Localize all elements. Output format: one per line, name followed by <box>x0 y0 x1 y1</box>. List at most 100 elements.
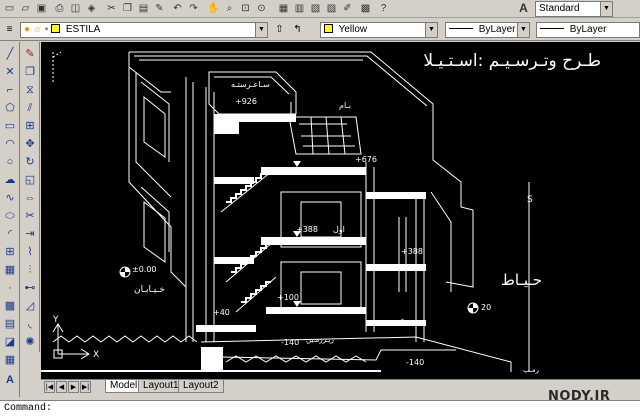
chevron-down-icon[interactable]: ▼ <box>600 2 612 16</box>
point-icon[interactable]: · <box>2 280 18 296</box>
linetype-dropdown[interactable]: ByLayer ▼ <box>445 22 530 38</box>
zoom-icon[interactable]: ⌕ <box>222 1 237 16</box>
explode-icon[interactable]: ✺ <box>22 334 38 350</box>
scale-icon[interactable]: ◱ <box>22 172 38 188</box>
properties-icon[interactable]: ▦ <box>276 1 291 16</box>
ellipse-arc-icon[interactable]: ◜ <box>2 226 18 242</box>
offset-icon[interactable]: ⫽ <box>22 100 38 116</box>
markup-icon[interactable]: ✐ <box>340 1 355 16</box>
cut-icon[interactable]: ✂ <box>104 1 119 16</box>
arc-icon[interactable]: ◠ <box>2 136 18 152</box>
slabs <box>41 114 426 372</box>
command-line[interactable]: Command: <box>0 400 640 420</box>
zoom-window-icon[interactable]: ⊡ <box>238 1 253 16</box>
rotate-icon[interactable]: ↻ <box>22 154 38 170</box>
extend-icon[interactable]: ⇥ <box>22 226 38 242</box>
last-tab-icon[interactable]: ▶| <box>80 381 91 393</box>
next-tab-icon[interactable]: ▶ <box>68 381 79 393</box>
hatch-icon[interactable]: ▩ <box>2 298 18 314</box>
label-bam: بـام <box>339 101 351 110</box>
command-prompt: Command: <box>4 403 53 414</box>
undo-icon[interactable]: ↶ <box>170 1 185 16</box>
tab-model[interactable]: Model <box>105 380 143 393</box>
rectangle-icon[interactable]: ▭ <box>2 118 18 134</box>
modify-toolbar: ✎ ❐ ⧖ ⫽ ⊞ ✥ ↻ ◱ ⇔ ✂ ⇥ ⌇ ⫶ ⊷ ◿ ◟ ✺ <box>20 42 40 352</box>
break-point-icon[interactable]: ⌇ <box>22 244 38 260</box>
drawing-canvas[interactable]: طـرح وتـرسـيـم :اسـتـيـلا حـيـاط بـام خـ… <box>41 42 640 379</box>
new-icon[interactable]: ▭ <box>2 1 17 16</box>
mirror-icon[interactable]: ⧖ <box>22 82 38 98</box>
lineweight-dropdown[interactable]: ByLayer <box>536 22 640 38</box>
zoom-prev-icon[interactable]: ⊙ <box>254 1 269 16</box>
text-style-icon[interactable]: A <box>516 1 531 16</box>
linetype-value: ByLayer <box>478 24 516 35</box>
sheet-set-icon[interactable]: ▨ <box>324 1 339 16</box>
pan-icon[interactable]: ✋ <box>206 1 221 16</box>
break-icon[interactable]: ⫶ <box>22 262 38 278</box>
text-style-dropdown[interactable]: Standard ▼ <box>535 1 613 17</box>
label-zirzamin: زيـرزمـين <box>306 336 334 344</box>
calc-icon[interactable]: ▩ <box>358 1 373 16</box>
copy-object-icon[interactable]: ❐ <box>22 64 38 80</box>
ellipse-icon[interactable]: ⬭ <box>2 208 18 224</box>
match-icon[interactable]: ✎ <box>152 1 167 16</box>
publish-icon[interactable]: ◈ <box>84 1 99 16</box>
label-mahrazosh: سـاعـرستـه <box>231 80 270 89</box>
paste-icon[interactable]: ▤ <box>136 1 151 16</box>
stretch-icon[interactable]: ⇔ <box>22 190 38 206</box>
save-icon[interactable]: ▣ <box>34 1 49 16</box>
spline-icon[interactable]: ∿ <box>2 190 18 206</box>
design-center-icon[interactable]: ▥ <box>292 1 307 16</box>
polygon-icon[interactable]: ⬠ <box>2 100 18 116</box>
tab-layout2[interactable]: Layout2 <box>178 380 224 393</box>
level-388a: +388 <box>296 225 318 234</box>
chevron-down-icon[interactable]: ▼ <box>425 23 437 37</box>
help-icon[interactable]: ? <box>376 1 391 16</box>
move-icon[interactable]: ✥ <box>22 136 38 152</box>
copy-icon[interactable]: ❐ <box>120 1 135 16</box>
revcloud-icon[interactable]: ☁ <box>2 172 18 188</box>
circle-icon[interactable]: ○ <box>2 154 18 170</box>
chevron-down-icon[interactable]: ▼ <box>517 23 529 37</box>
first-tab-icon[interactable]: |◀ <box>44 381 55 393</box>
array-icon[interactable]: ⊞ <box>22 118 38 134</box>
prev-tab-icon[interactable]: ◀ <box>56 381 67 393</box>
erase-icon[interactable]: ✎ <box>22 46 38 62</box>
label-khiaban: خـيـابـان <box>134 285 165 295</box>
level-140b: -140 <box>406 358 424 367</box>
region-icon[interactable]: ◪ <box>2 334 18 350</box>
make-block-icon[interactable]: ▦ <box>2 262 18 278</box>
layer-dropdown[interactable]: ● ☼ ▪ ESTILA ▼ <box>20 22 268 38</box>
tool-palette-icon[interactable]: ▧ <box>308 1 323 16</box>
open-icon[interactable]: ▱ <box>18 1 33 16</box>
polyline-icon[interactable]: ⌐ <box>2 82 18 98</box>
tab-layout1[interactable]: Layout1 <box>138 380 184 393</box>
insert-block-icon[interactable]: ⊞ <box>2 244 18 260</box>
mtext-icon[interactable]: A <box>2 372 18 388</box>
layer-manager-icon[interactable]: ≡ <box>2 22 17 37</box>
sun-icon: ☼ <box>32 24 42 35</box>
trim-icon[interactable]: ✂ <box>22 208 38 224</box>
print-icon[interactable]: ⎙ <box>52 1 67 16</box>
make-current-icon[interactable]: ⇧ <box>272 22 287 37</box>
layer-name: ESTILA <box>65 24 101 35</box>
join-icon[interactable]: ⊷ <box>22 280 38 296</box>
xline-icon[interactable]: ✕ <box>2 64 18 80</box>
gradient-icon[interactable]: ▤ <box>2 316 18 332</box>
preview-icon[interactable]: ◫ <box>68 1 83 16</box>
color-swatch <box>324 24 333 33</box>
color-dropdown[interactable]: Yellow ▼ <box>320 22 438 38</box>
chevron-down-icon[interactable]: ▼ <box>255 23 267 37</box>
chamfer-icon[interactable]: ◿ <box>22 298 38 314</box>
fillet-icon[interactable]: ◟ <box>22 316 38 332</box>
level-100: +100 <box>277 293 299 302</box>
floor-slab-1 <box>261 167 366 175</box>
line-icon[interactable]: ╱ <box>2 46 18 62</box>
layer-previous-icon[interactable]: ↰ <box>290 22 305 37</box>
table-icon[interactable]: ▦ <box>2 352 18 368</box>
text-style-value: Standard <box>539 3 580 14</box>
redo-icon[interactable]: ↷ <box>186 1 201 16</box>
level-0: ±0.00 <box>132 265 157 274</box>
layers-toolbar: ≡ ● ☼ ▪ ESTILA ▼ ⇧ ↰ Yellow ▼ ByLayer ▼ … <box>0 19 640 41</box>
lightbulb-icon: ● <box>24 24 31 35</box>
